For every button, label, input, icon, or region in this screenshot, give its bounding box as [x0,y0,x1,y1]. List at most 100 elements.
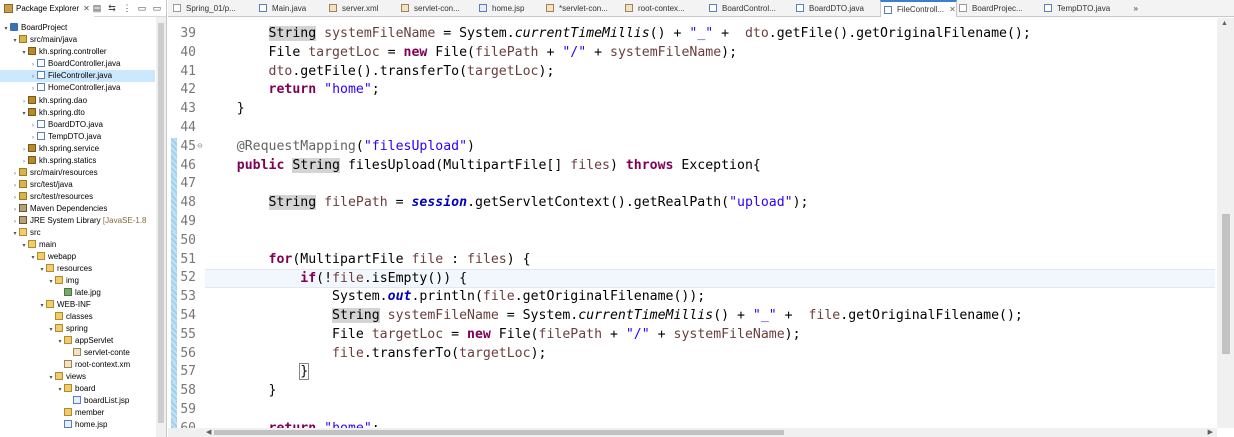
tree-item[interactable]: home.jsp [0,419,155,431]
code-token: .isEmpty()) { [363,271,468,287]
editor-tab[interactable]: root-contex... [622,0,685,17]
code-line[interactable]: System.out.println(file.getOriginalFilen… [205,288,1215,307]
java-file-icon [709,4,717,12]
tree-item[interactable]: › BoardController.java [0,58,155,70]
editor-tab[interactable]: *servlet-con... [543,0,608,17]
tree-item[interactable]: › src/test/java [0,179,155,191]
code-line[interactable]: } [205,363,1215,382]
tree-item[interactable]: boardList.jsp [0,395,155,407]
editor-tab[interactable]: FileControll... ✕ [880,0,957,17]
code-line[interactable]: String systemFileName = System.currentTi… [205,25,1215,44]
tree-item[interactable]: › Maven Dependencies [0,203,155,215]
code-line[interactable]: String systemFileName = System.currentTi… [205,307,1215,326]
tree-item[interactable]: ▾ WEB-INF [0,299,155,311]
close-icon[interactable]: ✕ [83,4,90,13]
code-line[interactable]: public String filesUpload(MultipartFile[… [205,157,1215,176]
tree-item[interactable]: ▾ main [0,239,155,251]
code-line[interactable] [205,175,1215,194]
code-line[interactable] [205,232,1215,251]
code-line[interactable]: File targetLoc = new File(filePath + "/"… [205,326,1215,345]
tree-item[interactable]: member [0,407,155,419]
minimize-icon[interactable]: ▭ [137,3,147,13]
code-token: systemFileName [324,26,436,41]
code-line[interactable] [205,119,1215,138]
horizontal-scrollbar-thumb[interactable] [214,430,784,435]
tree-item[interactable]: › FileController.java [0,70,155,82]
explorer-scrollbar[interactable] [156,17,166,437]
tree-item[interactable]: ▾ img [0,275,155,287]
collapse-arrow-icon[interactable]: › [29,83,37,95]
code-line[interactable] [205,213,1215,232]
tab-overflow-chevron[interactable]: » [1134,0,1138,17]
code-line[interactable]: File targetLoc = new File(filePath + "/"… [205,44,1215,63]
tree-item[interactable]: late.jpg [0,287,155,299]
editor-tab[interactable]: BoardControl... [706,0,776,17]
code-line[interactable]: } [205,382,1215,401]
collapse-all-icon[interactable]: ▤ [92,3,102,13]
code-line[interactable]: String filePath = session.getServletCont… [205,194,1215,213]
tree-item[interactable]: classes [0,311,155,323]
tree-item[interactable]: ▾ src [0,227,155,239]
code-line[interactable]: return "home"; [205,81,1215,100]
package-icon [28,144,36,152]
vertical-scrollbar[interactable]: ▲ [1217,18,1234,428]
editor-tab[interactable]: servlet-con... [398,0,460,17]
package-explorer-tab[interactable]: Package Explorer ✕ [0,0,94,17]
link-with-editor-icon[interactable]: ⇆ [107,3,117,13]
code-token: @RequestMapping [236,138,356,154]
code-line[interactable]: dto.getFile().transferTo(targetLoc); [205,63,1215,82]
view-menu-icon[interactable]: ⋮ [122,3,132,13]
code-token: ); [784,326,801,342]
tree-item[interactable]: › kh.spring.statics [0,155,155,167]
editor-tab[interactable]: TempDTO.java [1041,0,1110,17]
tree-item[interactable]: ▾ src/main/java [0,34,155,46]
maximize-icon[interactable]: ▭ [152,3,162,13]
editor-tab[interactable]: BoardDTO.java [793,0,864,17]
tree-item[interactable]: › TempDTO.java [0,131,155,143]
code-editor[interactable]: 39 40 41 42 43 44 45 ⊖ 46 47 48 49 50 51 52 53 54 55 56 57 5… [168,18,1234,437]
tree-item[interactable]: › src/test/resources [0,191,155,203]
tree-item[interactable]: ▾ spring [0,323,155,335]
scroll-up-icon[interactable]: ▲ [1221,20,1228,27]
explorer-scrollbar-thumb[interactable] [158,23,164,423]
tree-item[interactable]: › BoardDTO.java [0,119,155,131]
tree-item[interactable]: › HomeController.java [0,82,155,94]
package-explorer-icon [4,3,13,13]
editor-tab[interactable]: BoardProjec... [956,0,1023,17]
tree-item[interactable]: › JRE System Library [JavaSE-1.8 [0,215,155,227]
tree-item[interactable]: ▾ board [0,383,155,395]
web-icon [173,4,181,12]
tree-item[interactable]: ▾ webapp [0,251,155,263]
fold-toggle-icon[interactable]: ⊖ [197,138,203,157]
close-tab-icon[interactable]: ✕ [949,5,956,14]
code-line[interactable]: for(MultipartFile file : files) { [205,251,1215,270]
code-line[interactable]: if(!file.isEmpty()) { [205,269,1215,289]
code-line[interactable]: file.transferTo(targetLoc); [205,345,1215,364]
editor-tab[interactable]: server.xml [326,0,378,17]
tree-item[interactable]: › kh.spring.service [0,143,155,155]
code-area[interactable]: String systemFileName = System.currentTi… [205,18,1215,436]
tree-item[interactable]: ▾ kh.spring.controller [0,46,155,58]
tree-item[interactable]: ▾ kh.spring.dto [0,107,155,119]
scroll-left-icon[interactable]: ◀ [206,428,211,437]
horizontal-scrollbar[interactable]: ◀ ▶ [168,428,1217,437]
editor-tab[interactable]: home.jsp [476,0,524,17]
tree-item[interactable]: ▾ BoardProject [0,22,155,34]
scroll-right-icon[interactable]: ▶ [1208,428,1213,437]
code-line[interactable] [205,401,1215,420]
tree-item[interactable]: ▾ appServlet [0,335,155,347]
editor-tab[interactable]: Spring_01/p... [170,0,236,17]
editor-tab[interactable]: Main.java [256,0,306,17]
tree-item[interactable]: ▾ views [0,371,155,383]
code-line[interactable]: } [205,100,1215,119]
code-line[interactable]: @RequestMapping("filesUpload") [205,138,1215,157]
tree-item[interactable]: › kh.spring.dao [0,95,155,107]
tree-item[interactable]: root-context.xm [0,359,155,371]
tree-item[interactable]: ▾ resources [0,263,155,275]
tree-item[interactable]: › src/main/resources [0,167,155,179]
view-toolbar: ▤ ⇆ ⋮ ▭ ▭ [92,3,162,13]
vertical-scrollbar-thumb[interactable] [1222,214,1230,354]
tree-item[interactable]: servlet-conte [0,347,155,359]
